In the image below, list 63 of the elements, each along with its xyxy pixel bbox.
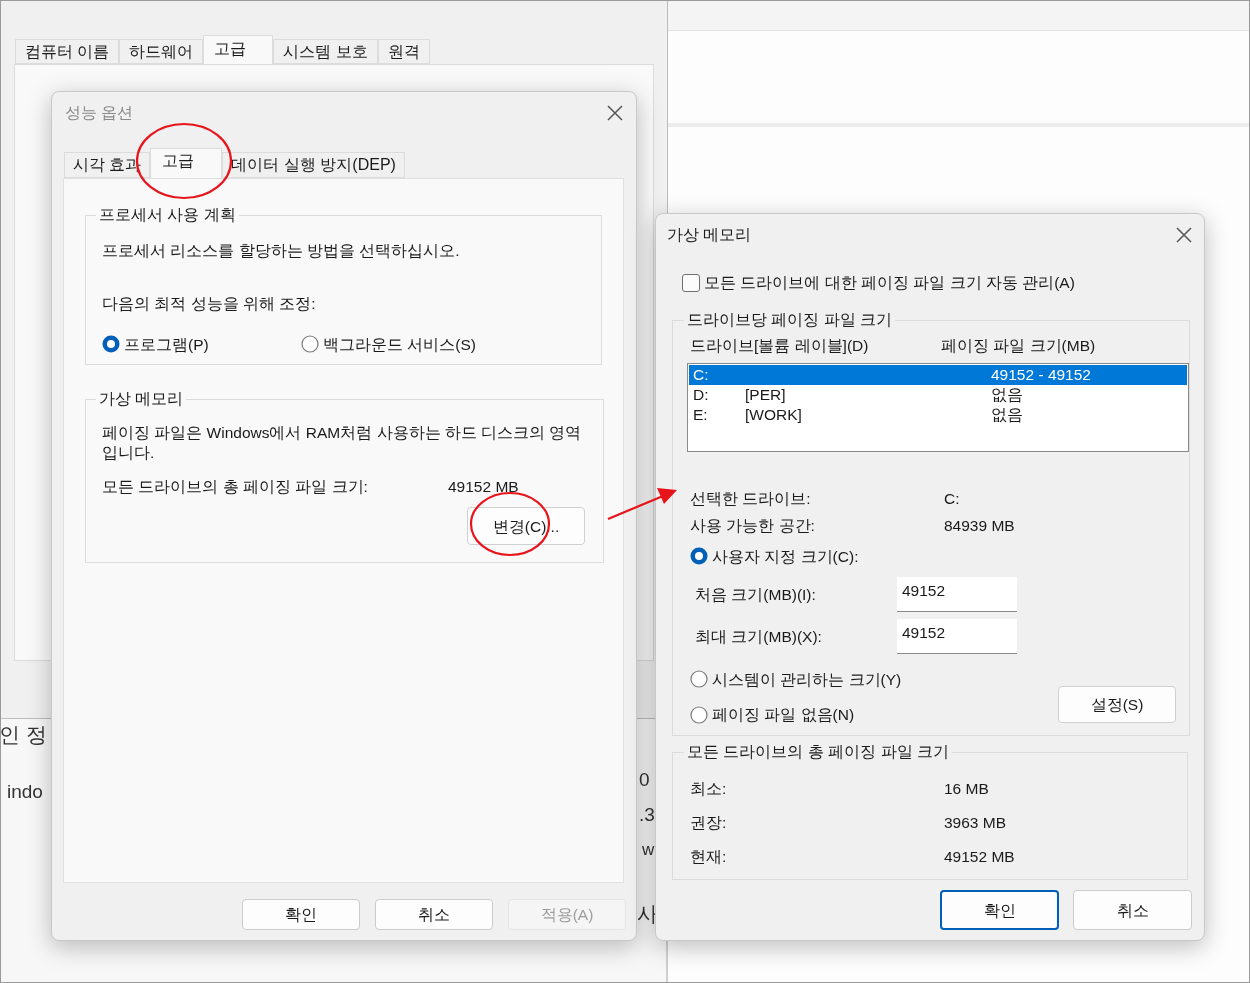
total-label: 최소:: [690, 779, 728, 800]
list-row[interactable]: E: [WORK] 없음: [689, 404, 1187, 425]
background-text: 인 정: [1, 722, 47, 748]
window-title: 가상 메모리: [667, 225, 752, 245]
tab[interactable]: 데이터 실행 방지(DEP): [222, 152, 405, 178]
checkbox[interactable]: [682, 273, 700, 292]
total-value: 49152 MB: [944, 847, 1015, 868]
radio-button[interactable]: [690, 705, 708, 724]
total-label: 권장:: [690, 813, 728, 834]
radio-button[interactable]: [102, 335, 120, 354]
total-value: 49152 MB: [448, 477, 519, 497]
radio-label[interactable]: 백그라운드 서비스(S): [323, 332, 476, 356]
list-row[interactable]: C: 49152 - 49152: [689, 364, 1187, 385]
total-value: 3963 MB: [944, 813, 1007, 834]
group-title: 가상 메모리: [98, 389, 185, 409]
tab[interactable]: 고급: [203, 35, 274, 64]
total-value: 16 MB: [944, 779, 989, 800]
info-label: 선택한 드라이브:: [690, 488, 812, 509]
radio-button[interactable]: [690, 547, 708, 566]
radio-label[interactable]: 사용자 지정 크기(C):: [712, 544, 859, 568]
column-header: 드라이브[볼륨 레이블](D): [690, 336, 870, 357]
field-label: 최대 크기(MB)(X):: [695, 626, 823, 647]
group-title: 모든 드라이브의 총 페이징 파일 크기: [686, 742, 951, 763]
tab[interactable]: 시스템 보호: [273, 39, 378, 64]
input-field[interactable]: 49152: [897, 618, 1017, 654]
tab[interactable]: 고급: [150, 148, 223, 178]
window-title: 성능 옵션: [65, 103, 134, 123]
info-value: C:: [944, 488, 960, 509]
radio-button[interactable]: [301, 335, 319, 354]
group-title: 드라이브당 페이징 파일 크기: [686, 310, 894, 331]
close-icon[interactable]: [607, 105, 623, 121]
background-text: 0: [639, 768, 650, 792]
info-value: 84939 MB: [944, 515, 1015, 536]
close-icon[interactable]: [1176, 227, 1192, 243]
radio-label[interactable]: 페이징 파일 없음(N): [712, 703, 855, 727]
radio-label[interactable]: 프로그램(P): [124, 332, 209, 356]
background-text: 사: [637, 901, 658, 927]
group-title: 프로세서 사용 계획: [98, 205, 237, 225]
checkbox-label[interactable]: 모든 드라이브에 대한 페이징 파일 크기 자동 관리(A): [704, 271, 1075, 295]
prompt-text: 다음의 최적 성능을 위해 조정:: [102, 294, 317, 315]
dialog-button[interactable]: 취소: [1073, 890, 1192, 931]
dialog-button[interactable]: 취소: [375, 899, 493, 930]
input-field[interactable]: 49152: [897, 576, 1017, 612]
list-row[interactable]: D: [PER] 없음: [689, 384, 1187, 405]
tab[interactable]: 컴퓨터 이름: [15, 39, 120, 64]
background-text: indo: [7, 780, 43, 804]
set-button[interactable]: 설정(S): [1058, 686, 1176, 724]
info-label: 사용 가능한 공간:: [690, 515, 816, 536]
dialog-button[interactable]: 확인: [242, 899, 360, 930]
tab[interactable]: 원격: [377, 39, 430, 64]
background-text: .3: [639, 803, 655, 827]
description-text: 페이징 파일은 Windows에서 RAM처럼 사용하는 하드 디스크의 영역입니다.: [102, 423, 583, 463]
background-text: w: [642, 839, 655, 861]
description-text: 프로세서 리소스를 할당하는 방법을 선택하십시오.: [102, 241, 461, 261]
radio-label[interactable]: 시스템이 관리하는 크기(Y): [712, 667, 902, 691]
field-label: 처음 크기(MB)(I):: [695, 584, 817, 605]
tab[interactable]: 하드웨어: [119, 39, 204, 64]
column-header: 페이징 파일 크기(MB): [941, 336, 1096, 357]
radio-button[interactable]: [690, 670, 708, 689]
annotation-arrow: [607, 488, 677, 520]
total-label: 모든 드라이브의 총 페이징 파일 크기:: [102, 477, 369, 497]
total-label: 현재:: [690, 847, 728, 868]
dialog-button[interactable]: 확인: [940, 890, 1059, 931]
